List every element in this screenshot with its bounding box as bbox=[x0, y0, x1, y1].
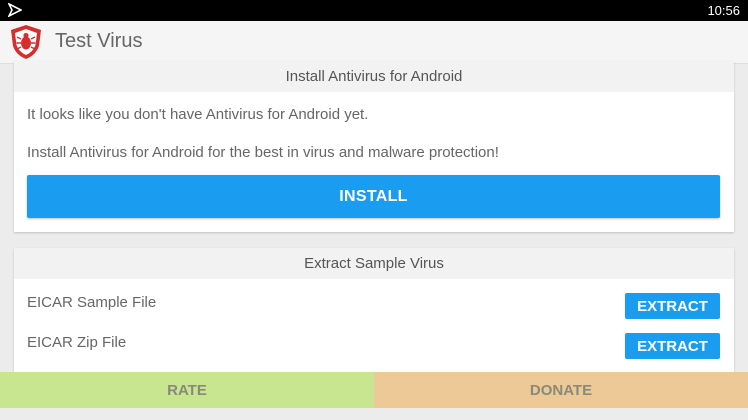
install-antivirus-card: Install Antivirus for Android It looks l… bbox=[14, 61, 734, 232]
extract-sample-virus-card: Extract Sample Virus EICAR Sample File E… bbox=[14, 248, 734, 378]
extract-card-header: Extract Sample Virus bbox=[14, 248, 734, 279]
install-button[interactable]: INSTALL bbox=[27, 175, 720, 218]
install-card-header: Install Antivirus for Android bbox=[14, 61, 734, 92]
donate-button[interactable]: DONATE bbox=[374, 372, 748, 408]
eicar-zip-file-label: EICAR Zip File bbox=[27, 334, 127, 351]
extract-sample-file-button[interactable]: EXTRACT bbox=[625, 293, 720, 319]
status-bar: 10:56 bbox=[0, 0, 748, 21]
notification-play-icon bbox=[8, 3, 22, 17]
rate-button[interactable]: RATE bbox=[0, 372, 374, 408]
eicar-sample-file-label: EICAR Sample File bbox=[27, 294, 157, 311]
app-bar: Test Virus bbox=[0, 21, 748, 64]
extract-zip-file-button[interactable]: EXTRACT bbox=[625, 333, 720, 359]
shield-bug-icon bbox=[11, 25, 41, 59]
status-time: 10:56 bbox=[707, 3, 740, 18]
install-message-line1: It looks like you don't have Antivirus f… bbox=[27, 106, 369, 123]
bottom-action-bar: RATE DONATE bbox=[0, 372, 748, 408]
install-message-line2: Install Antivirus for Android for the be… bbox=[27, 144, 499, 161]
app-title: Test Virus bbox=[55, 30, 143, 52]
